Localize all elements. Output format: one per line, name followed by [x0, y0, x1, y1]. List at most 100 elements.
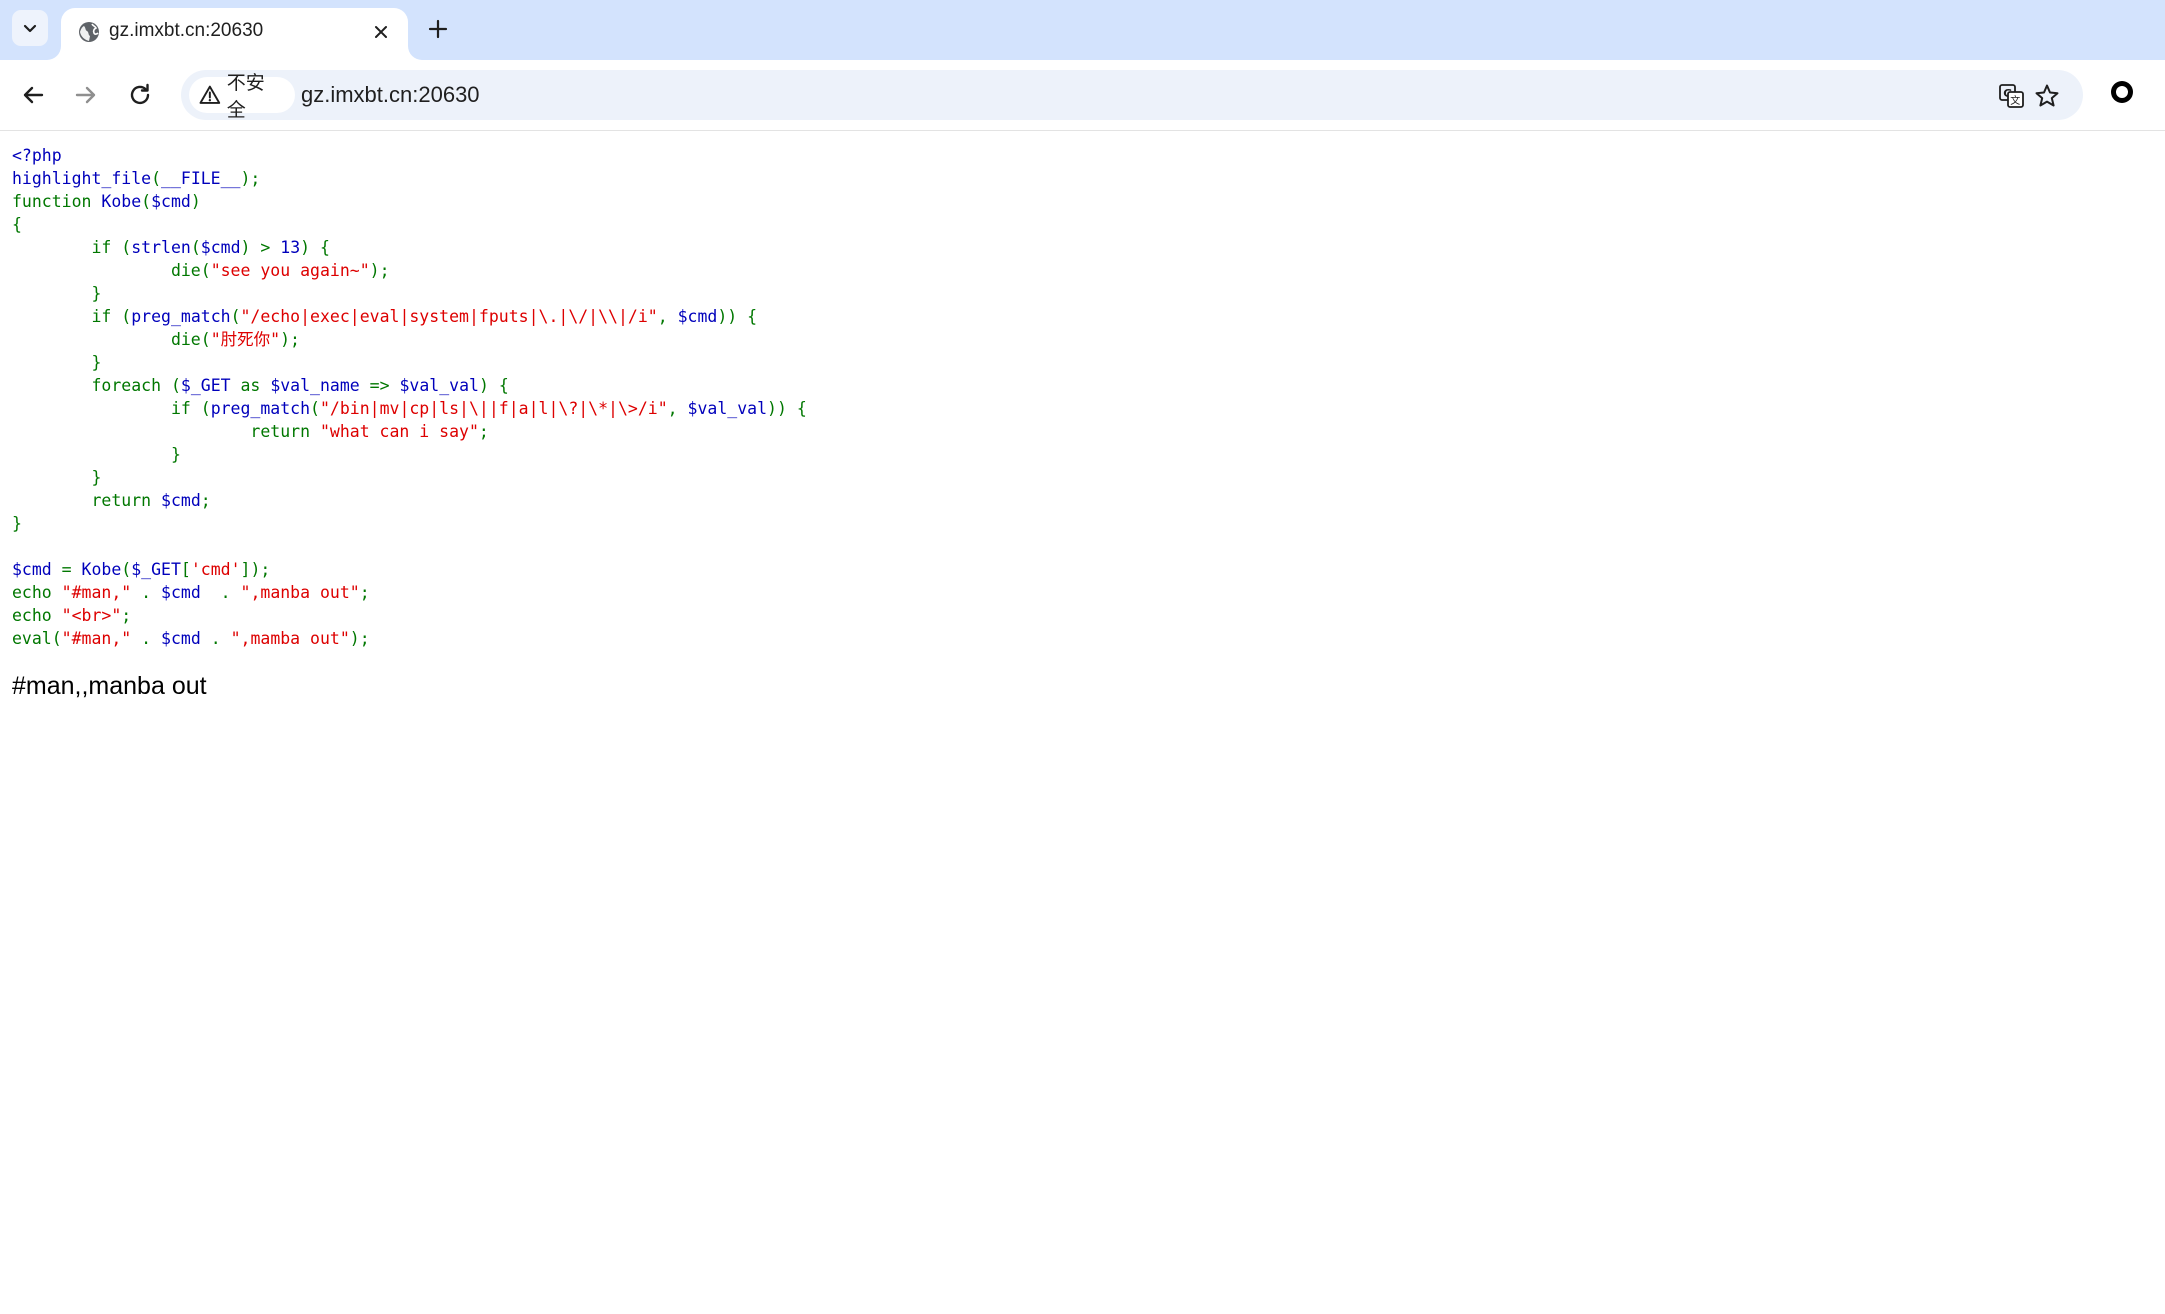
code-token: ) {	[478, 376, 509, 395]
code-line: return "what can i say";	[12, 420, 807, 443]
code-token: );	[349, 629, 370, 648]
code-line: }	[12, 282, 807, 305]
code-token: (	[121, 560, 132, 579]
code-token: eval(	[12, 629, 62, 648]
forward-icon[interactable]	[70, 79, 102, 111]
code-line: function Kobe($cmd)	[12, 190, 807, 213]
code-token: .	[141, 583, 162, 602]
code-token: (	[151, 169, 162, 188]
code-token: $cmd	[151, 192, 191, 211]
tab-strip: gz.imxbt.cn:20630	[0, 0, 2165, 60]
code-token: );	[240, 169, 261, 188]
code-line: if (preg_match("/bin|mv|cp|ls|\||f|a|l|\…	[12, 397, 807, 420]
code-token: die(	[12, 330, 211, 349]
code-token: (	[190, 238, 201, 257]
code-line: return $cmd;	[12, 489, 807, 512]
browser-toolbar: 不安全 gz.imxbt.cn:20630 G 文	[0, 60, 2165, 131]
code-line: die("see you again~");	[12, 259, 807, 282]
code-token: strlen	[131, 238, 191, 257]
code-token: [	[180, 560, 191, 579]
code-token: "/echo|exec|eval|system|fputs|\.|\/|\\|/…	[240, 307, 658, 326]
code-token: ,	[657, 307, 678, 326]
code-token: $_GET	[180, 376, 241, 395]
code-token: )) {	[767, 399, 807, 418]
profile-icon[interactable]	[2108, 78, 2136, 106]
code-token: }	[12, 284, 102, 303]
code-line: {	[12, 213, 807, 236]
code-token: }	[12, 514, 22, 533]
code-token: $val_val	[687, 399, 768, 418]
code-token: "肘死你"	[210, 330, 281, 349]
address-bar[interactable]: 不安全 gz.imxbt.cn:20630 G 文	[181, 70, 2083, 121]
code-token: preg_match	[131, 307, 231, 326]
code-token: Kobe	[101, 192, 142, 211]
script-output: #man,,manba out	[12, 672, 207, 700]
close-icon[interactable]	[370, 21, 392, 43]
code-token: if (	[12, 307, 132, 326]
code-token: $val_name	[270, 376, 370, 395]
code-token: );	[280, 330, 300, 349]
code-token: Kobe	[81, 560, 122, 579]
code-token: $cmd	[677, 307, 718, 326]
code-line: foreach ($_GET as $val_name => $val_val)…	[12, 374, 807, 397]
code-token: die(	[12, 261, 211, 280]
page-content: <?php highlight_file(__FILE__); function K…	[0, 131, 2165, 1314]
warning-icon	[199, 85, 221, 104]
code-line: }	[12, 466, 807, 489]
code-token: echo	[12, 606, 62, 625]
code-token: (	[310, 399, 320, 418]
globe-icon	[79, 22, 99, 42]
code-token: $cmd	[161, 491, 201, 510]
code-line: }	[12, 351, 807, 374]
url-text[interactable]: gz.imxbt.cn:20630	[301, 82, 480, 108]
translate-icon[interactable]: G 文	[1997, 82, 2025, 110]
back-icon[interactable]	[17, 79, 49, 111]
code-token: ;	[200, 491, 211, 510]
code-token: "see you again~"	[210, 261, 370, 280]
code-line: $cmd = Kobe($_GET['cmd']);	[12, 558, 807, 581]
code-line: echo "<br>";	[12, 604, 807, 627]
code-token: $cmd	[200, 238, 241, 257]
code-token: 'cmd'	[190, 560, 241, 579]
code-token: .	[220, 583, 241, 602]
code-line: highlight_file(__FILE__);	[12, 167, 807, 190]
code-token: "#man,"	[61, 629, 142, 648]
code-token: ;	[359, 583, 370, 602]
code-token: {	[12, 215, 22, 234]
code-token: return	[12, 491, 162, 510]
code-token: (	[230, 307, 241, 326]
star-icon[interactable]	[2033, 82, 2061, 110]
active-tab[interactable]: gz.imxbt.cn:20630	[61, 8, 408, 60]
code-line: }	[12, 443, 807, 466]
tab-search-icon	[23, 24, 37, 33]
code-line: }	[12, 512, 807, 535]
svg-text:文: 文	[2010, 94, 2020, 107]
code-token: ",mamba out"	[230, 629, 350, 648]
code-token: ) {	[300, 238, 330, 257]
code-token: ,	[667, 399, 688, 418]
plus-icon[interactable]	[424, 15, 452, 43]
code-token: (	[141, 192, 152, 211]
security-indicator[interactable]: 不安全	[189, 72, 295, 121]
code-token: )) {	[717, 307, 758, 326]
code-token: ;	[478, 422, 489, 441]
code-token: preg_match	[210, 399, 311, 418]
code-token: __FILE__	[161, 169, 241, 188]
code-token: );	[369, 261, 390, 280]
code-token: highlight_file	[12, 169, 152, 188]
code-token: }	[12, 468, 102, 487]
code-token: ]);	[240, 560, 271, 579]
code-token: as	[240, 376, 271, 395]
reload-icon[interactable]	[124, 79, 156, 111]
code-token: echo	[12, 583, 62, 602]
tab-search-button[interactable]	[12, 10, 48, 46]
code-token: }	[12, 353, 102, 372]
code-token: $val_val	[399, 376, 479, 395]
code-token: =>	[369, 376, 400, 395]
code-line: <?php	[12, 144, 807, 167]
security-label: 不安全	[226, 72, 265, 121]
code-token: "#man,"	[61, 583, 142, 602]
tab-title: gz.imxbt.cn:20630	[109, 20, 264, 41]
code-token: $_GET	[131, 560, 181, 579]
